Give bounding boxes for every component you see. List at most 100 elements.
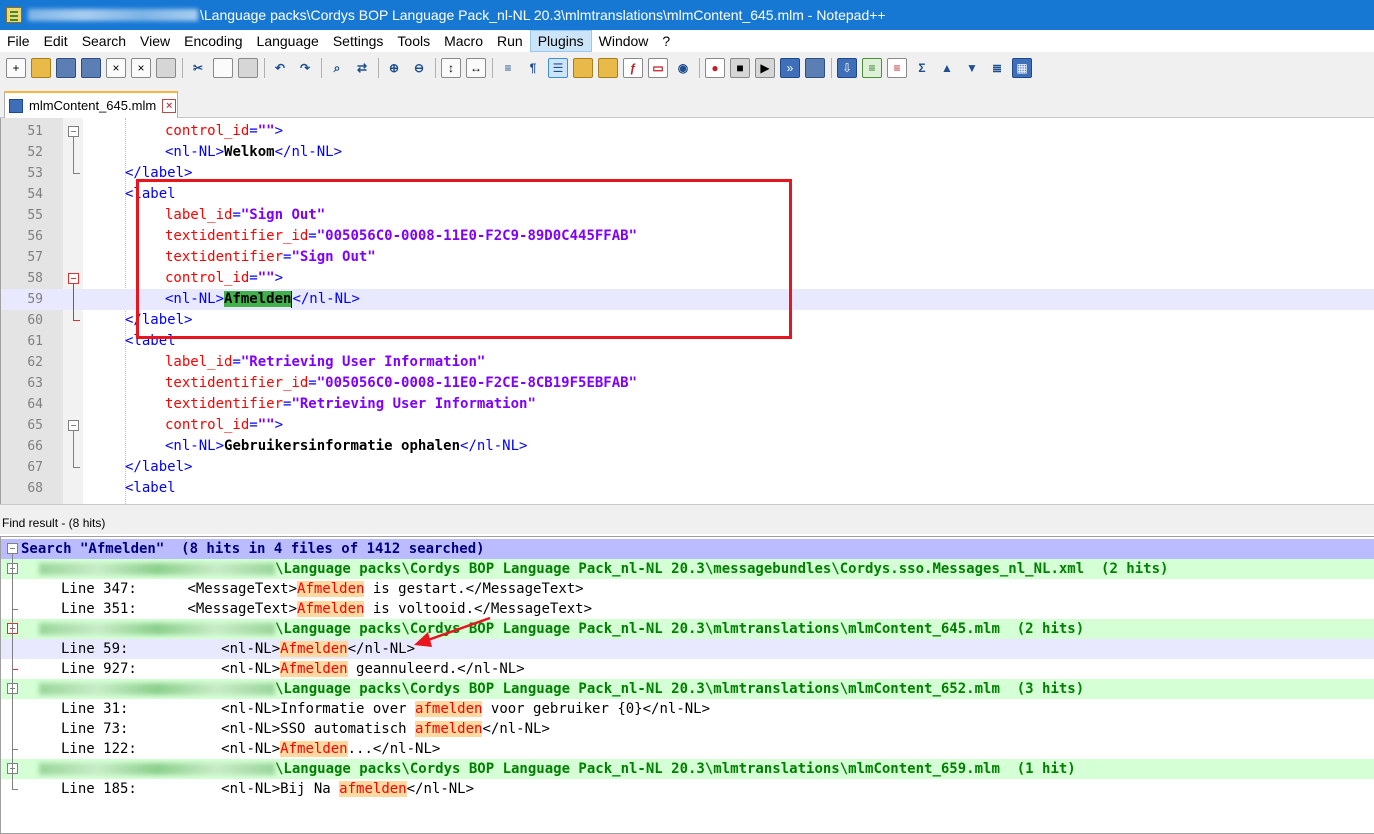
code-line[interactable]: 66 <nl-NL>Gebruikersinformatie ophalen</n… [1, 436, 1374, 457]
save-macro-icon[interactable] [805, 58, 825, 78]
menu-language[interactable]: Language [250, 30, 326, 52]
code-line[interactable]: 67 </label> [1, 457, 1374, 478]
menu-help[interactable]: ? [655, 30, 677, 52]
line-content-before: <nl-NL> [221, 641, 281, 657]
zoom-in-icon[interactable]: ⊕ [384, 58, 404, 78]
close-icon[interactable]: × [106, 58, 126, 78]
padding [128, 641, 221, 657]
toolbar-separator [831, 58, 832, 78]
find-result-panel[interactable]: Search "Afmelden" (8 hits in 4 files of … [0, 536, 1374, 834]
show-all-characters-icon[interactable]: ¶ [523, 58, 543, 78]
file-result-line[interactable]: \Language packs\Cordys BOP Language Pack… [1, 759, 1374, 779]
toolbar-separator [435, 58, 436, 78]
zoom-out-icon[interactable]: ⊖ [409, 58, 429, 78]
menu-encoding[interactable]: Encoding [177, 30, 249, 52]
menu-run[interactable]: Run [490, 30, 530, 52]
plugin-g-icon[interactable]: ▦ [1012, 58, 1032, 78]
menu-edit[interactable]: Edit [37, 30, 75, 52]
cut-icon[interactable]: ✂ [188, 58, 208, 78]
user-defined-language-icon[interactable] [573, 58, 593, 78]
result-line[interactable]: Line 185: <nl-NL>Bij Na afmelden</nl-NL> [1, 779, 1374, 799]
open-file-icon[interactable] [31, 58, 51, 78]
result-line[interactable]: Line 59: <nl-NL>Afmelden</nl-NL> [1, 639, 1374, 659]
plugin-f-icon[interactable]: ≣ [987, 58, 1007, 78]
menu-file[interactable]: File [0, 30, 37, 52]
code-line[interactable]: 68 <label [1, 478, 1374, 499]
menu-search[interactable]: Search [75, 30, 133, 52]
result-line[interactable]: Line 73: <nl-NL>SSO automatisch afmelden… [1, 719, 1374, 739]
word-wrap-icon[interactable]: ≡ [498, 58, 518, 78]
code-line[interactable]: 52 <nl-NL>Welkom</nl-NL> [1, 142, 1374, 163]
file-result-line[interactable]: \Language packs\Cordys BOP Language Pack… [1, 559, 1374, 579]
code-line[interactable]: 63 textidentifier_id="005056C0-0008-11E0-… [1, 373, 1374, 394]
tab-mlmcontent-645[interactable]: mlmContent_645.mlm × [4, 91, 178, 118]
line-number: 68 [27, 481, 43, 496]
menu-tools[interactable]: Tools [390, 30, 437, 52]
new-file-icon[interactable]: + [6, 58, 26, 78]
plugin-a-icon[interactable]: ≡ [862, 58, 882, 78]
function-list-icon[interactable]: ƒ [623, 58, 643, 78]
code-line[interactable]: 62 label_id="Retrieving User Information" [1, 352, 1374, 373]
code-line[interactable]: 64 textidentifier="Retrieving User Inform… [1, 394, 1374, 415]
xml-attribute-value: "005056C0-0008-11E0-F2CE-8CB19F5EBFAB" [316, 375, 638, 391]
result-line[interactable]: Line 122: <nl-NL>Afmelden...</nl-NL> [1, 739, 1374, 759]
save-all-icon[interactable] [81, 58, 101, 78]
record-macro-icon[interactable]: ● [705, 58, 725, 78]
copy-icon[interactable] [213, 58, 233, 78]
xml-tag: = [249, 417, 258, 433]
code-line[interactable]: 65 control_id=""> [1, 415, 1374, 436]
menu-view[interactable]: View [133, 30, 177, 52]
menu-window[interactable]: Window [592, 30, 656, 52]
file-result-line[interactable]: \Language packs\Cordys BOP Language Pack… [1, 679, 1374, 699]
sync-vertical-icon[interactable]: ↕ [441, 58, 461, 78]
find-icon[interactable]: ⌕ [327, 58, 347, 78]
result-line[interactable]: Line 351: <MessageText>Afmelden is volto… [1, 599, 1374, 619]
line-label: Line 73: [61, 721, 129, 737]
close-tab-icon[interactable]: × [162, 98, 177, 113]
line-number: 60 [27, 313, 43, 328]
folder-as-workspace-icon[interactable]: ▭ [648, 58, 668, 78]
paste-icon[interactable] [238, 58, 258, 78]
menu-macro[interactable]: Macro [437, 30, 490, 52]
result-line[interactable]: Line 31: <nl-NL>Informatie over afmelden… [1, 699, 1374, 719]
stop-recording-icon[interactable]: ■ [730, 58, 750, 78]
line-number: 57 [27, 250, 43, 265]
plugin-e-icon[interactable]: ▼ [962, 58, 982, 78]
run-macro-multiple-icon[interactable]: » [780, 58, 800, 78]
fold-toggle-icon[interactable] [68, 420, 79, 431]
sync-horizontal-icon[interactable]: ↔ [466, 58, 486, 78]
tab-label: mlmContent_645.mlm [29, 98, 157, 113]
line-content-after: is voltooid.</MessageText> [364, 601, 593, 617]
search-summary-line[interactable]: Search "Afmelden" (8 hits in 4 files of … [1, 539, 1374, 559]
playback-macro-icon[interactable]: ▶ [755, 58, 775, 78]
result-line[interactable]: Line 927: <nl-NL>Afmelden geannuleerd.</… [1, 659, 1374, 679]
redo-icon[interactable]: ↷ [295, 58, 315, 78]
plugin-d-icon[interactable]: ▲ [937, 58, 957, 78]
fold-toggle-icon[interactable] [7, 543, 18, 554]
fold-toggle-icon[interactable] [68, 273, 79, 284]
compare-icon[interactable]: ⇩ [837, 58, 857, 78]
undo-icon[interactable]: ↶ [270, 58, 290, 78]
xml-tag: > [274, 123, 284, 139]
padding [137, 781, 221, 797]
plugin-b-icon[interactable]: ≡ [887, 58, 907, 78]
save-icon[interactable] [56, 58, 76, 78]
document-map-icon[interactable] [598, 58, 618, 78]
file-result-line[interactable]: \Language packs\Cordys BOP Language Pack… [1, 619, 1374, 639]
panel-splitter[interactable] [0, 504, 1374, 512]
code-line[interactable]: 51 control_id=""> [1, 121, 1374, 142]
code-text: textidentifier="Retrieving User Informat… [165, 394, 536, 415]
menu-plugins[interactable]: Plugins [529, 30, 592, 52]
result-line[interactable]: Line 347: <MessageText>Afmelden is gesta… [1, 579, 1374, 599]
line-content-before: <nl-NL>Informatie over [221, 701, 416, 717]
fold-toggle-icon[interactable] [68, 126, 79, 137]
search-hit: afmelden [415, 701, 483, 717]
monitoring-icon[interactable]: ◉ [673, 58, 693, 78]
print-icon[interactable] [156, 58, 176, 78]
plugin-c-icon[interactable]: Σ [912, 58, 932, 78]
menu-settings[interactable]: Settings [326, 30, 391, 52]
indent-guide-icon[interactable]: ☰ [548, 58, 568, 78]
replace-icon[interactable]: ⇄ [352, 58, 372, 78]
xml-attribute-value: "Retrieving User Information" [291, 396, 536, 412]
close-all-icon[interactable]: × [131, 58, 151, 78]
